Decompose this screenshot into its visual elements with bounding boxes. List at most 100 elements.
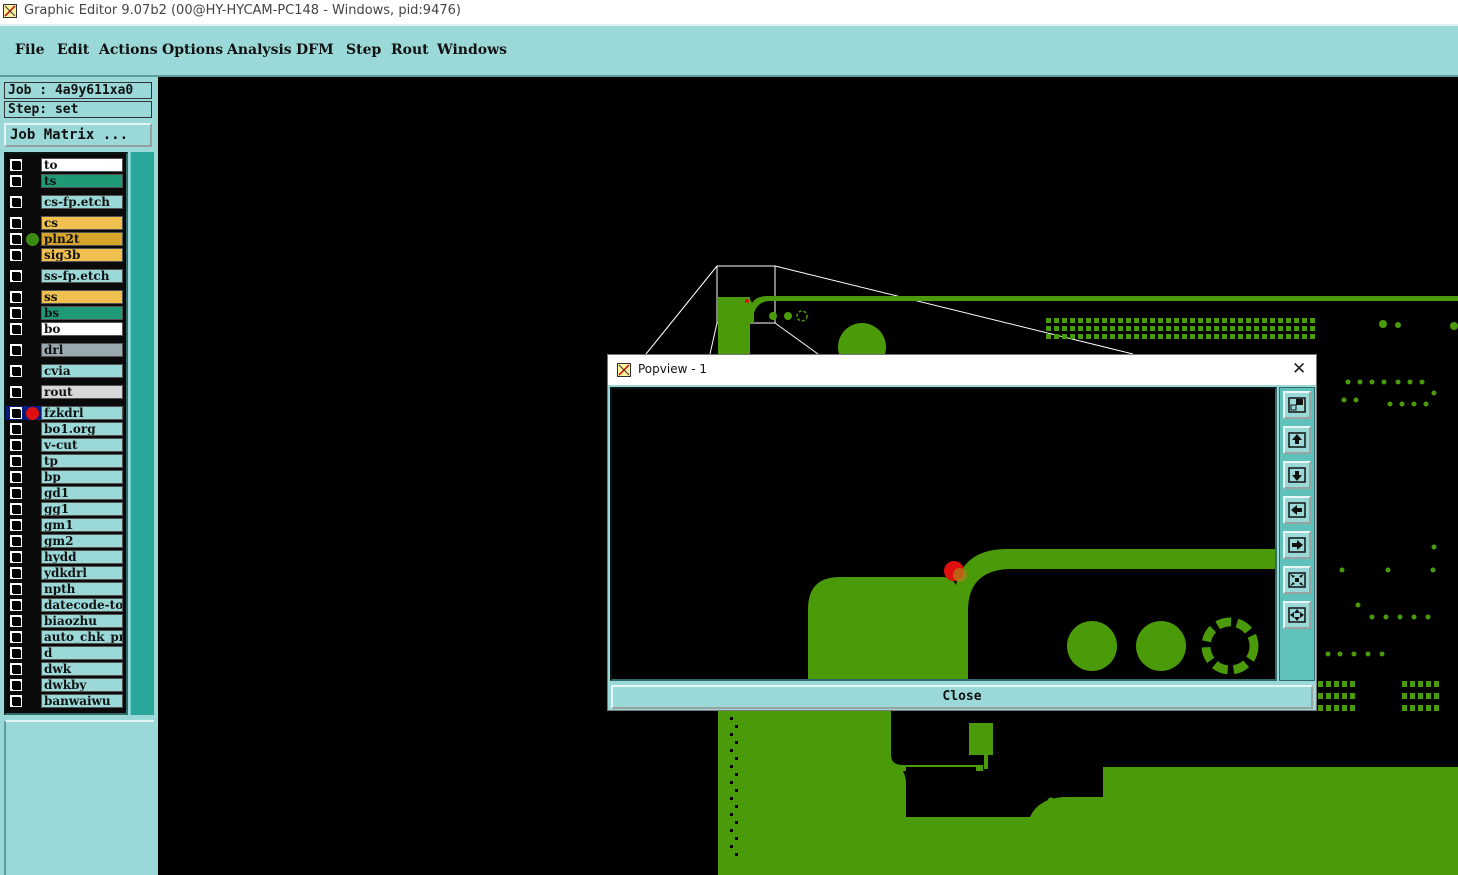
layer-name[interactable]: to (41, 158, 123, 172)
layer-list-scrollbar[interactable] (130, 152, 154, 715)
layer-name[interactable]: drl (41, 343, 123, 357)
layer-name[interactable]: gm2 (41, 534, 123, 548)
layer-checkbox[interactable] (10, 323, 22, 335)
menu-windows[interactable]: Windows (437, 42, 507, 58)
layer-checkbox[interactable] (10, 583, 22, 595)
menu-rout[interactable]: Rout (391, 42, 429, 58)
layer-row[interactable]: ss (6, 290, 124, 304)
menu-analysis[interactable]: Analysis (227, 42, 292, 58)
menu-options[interactable]: Options (162, 42, 223, 58)
layer-name[interactable]: sig3b (41, 248, 123, 262)
layer-name[interactable]: bo1.org (41, 422, 123, 436)
layer-name[interactable]: gm1 (41, 518, 123, 532)
layer-checkbox[interactable] (10, 291, 22, 303)
layer-checkbox[interactable] (10, 519, 22, 531)
layer-row[interactable]: auto_chk_pn (6, 630, 124, 644)
menu-step[interactable]: Step (346, 42, 381, 58)
layer-checkbox[interactable] (10, 386, 22, 398)
layer-name[interactable]: ss-fp.etch (41, 269, 123, 283)
layer-name[interactable]: cs-fp.etch (41, 195, 123, 209)
menu-actions[interactable]: Actions (99, 42, 158, 58)
popview-close-button[interactable]: Close (611, 685, 1313, 709)
layer-row[interactable]: bs (6, 306, 124, 320)
layer-row[interactable]: gg1 (6, 502, 124, 516)
layer-checkbox[interactable] (10, 487, 22, 499)
layer-row[interactable]: gd1 (6, 486, 124, 500)
layer-name[interactable]: d (41, 646, 123, 660)
layer-row[interactable]: ts (6, 174, 124, 188)
layer-row[interactable]: cvia (6, 364, 124, 378)
layer-checkbox[interactable] (10, 663, 22, 675)
layer-name[interactable]: cs (41, 216, 123, 230)
layer-row[interactable]: banwaiwu (6, 694, 124, 708)
zoom-in-icon[interactable] (1283, 601, 1311, 629)
layer-row[interactable]: fzkdrl (6, 406, 124, 420)
layer-row[interactable]: gm1 (6, 518, 124, 532)
layer-checkbox[interactable] (10, 365, 22, 377)
layer-row[interactable]: sig3b (6, 248, 124, 262)
layer-checkbox[interactable] (10, 249, 22, 261)
job-matrix-button[interactable]: Job Matrix ... (4, 123, 152, 147)
pan-up-icon[interactable] (1283, 426, 1311, 454)
layer-name[interactable]: ss (41, 290, 123, 304)
layer-row[interactable]: dwkby (6, 678, 124, 692)
layer-row[interactable]: rout (6, 385, 124, 399)
layer-checkbox[interactable] (10, 535, 22, 547)
layer-row[interactable]: cs (6, 216, 124, 230)
layer-name[interactable]: auto_chk_pn (41, 630, 123, 644)
layer-name[interactable]: biaozhu (41, 614, 123, 628)
layer-checkbox[interactable] (10, 407, 22, 419)
layer-name[interactable]: bs (41, 306, 123, 320)
layer-checkbox[interactable] (10, 503, 22, 515)
layer-checkbox[interactable] (10, 423, 22, 435)
layer-row[interactable]: hydd (6, 550, 124, 564)
layer-name[interactable]: gd1 (41, 486, 123, 500)
menu-edit[interactable]: Edit (57, 42, 89, 58)
layer-row[interactable]: bp (6, 470, 124, 484)
layer-row[interactable]: bo1.org (6, 422, 124, 436)
layer-name[interactable]: datecode-to (41, 598, 123, 612)
layer-row[interactable]: biaozhu (6, 614, 124, 628)
layer-name[interactable]: bp (41, 470, 123, 484)
menu-file[interactable]: File (15, 42, 44, 58)
layer-name[interactable]: dwkby (41, 678, 123, 692)
layer-name[interactable]: pln2t (41, 232, 123, 246)
layer-checkbox[interactable] (10, 471, 22, 483)
layer-checkbox[interactable] (10, 217, 22, 229)
layer-checkbox[interactable] (10, 599, 22, 611)
layer-name[interactable]: fzkdrl (41, 406, 123, 420)
layer-checkbox[interactable] (10, 567, 22, 579)
layer-row[interactable]: ss-fp.etch (6, 269, 124, 283)
layer-name[interactable]: banwaiwu (41, 694, 123, 708)
layer-row[interactable]: gm2 (6, 534, 124, 548)
layer-row[interactable]: drl (6, 343, 124, 357)
layer-name[interactable]: hydd (41, 550, 123, 564)
layer-checkbox[interactable] (10, 175, 22, 187)
layer-row[interactable]: npth (6, 582, 124, 596)
popview-canvas[interactable] (610, 387, 1277, 681)
layer-row[interactable]: tp (6, 454, 124, 468)
layer-name[interactable]: dwk (41, 662, 123, 676)
layer-checkbox[interactable] (10, 615, 22, 627)
layer-checkbox[interactable] (10, 695, 22, 707)
layer-name[interactable]: ydkdrl (41, 566, 123, 580)
zoom-out-icon[interactable] (1283, 566, 1311, 594)
layer-checkbox[interactable] (10, 307, 22, 319)
pan-left-icon[interactable] (1283, 496, 1311, 524)
layer-checkbox[interactable] (10, 196, 22, 208)
layer-row[interactable]: bo (6, 322, 124, 336)
layer-name[interactable]: tp (41, 454, 123, 468)
layer-name[interactable]: gg1 (41, 502, 123, 516)
close-icon[interactable]: ✕ (1292, 359, 1306, 379)
layer-row[interactable]: cs-fp.etch (6, 195, 124, 209)
pan-right-icon[interactable] (1283, 531, 1311, 559)
layer-row[interactable]: ydkdrl (6, 566, 124, 580)
layer-checkbox[interactable] (10, 455, 22, 467)
layer-checkbox[interactable] (10, 647, 22, 659)
layer-row[interactable]: pln2t (6, 232, 124, 246)
pan-down-icon[interactable] (1283, 461, 1311, 489)
layer-row[interactable]: v-cut (6, 438, 124, 452)
layer-checkbox[interactable] (10, 270, 22, 282)
layer-name[interactable]: cvia (41, 364, 123, 378)
layer-name[interactable]: npth (41, 582, 123, 596)
